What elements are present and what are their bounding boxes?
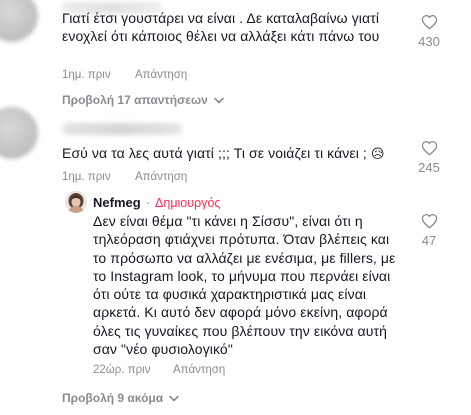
sad-emoji: 😥 [370,146,385,161]
chevron-down-icon [169,395,179,401]
like-count: 430 [418,34,440,49]
heart-icon [421,14,437,30]
reply-button[interactable]: Απάντηση [173,364,225,376]
reply-time: 22ώρ. πριν [93,364,151,376]
creator-avatar-image [65,191,87,213]
separator-dot: · [145,195,151,210]
view-replies-label: Προβολή 17 απαντήσεων [62,93,208,107]
like-count: 245 [418,160,440,175]
view-replies-button[interactable]: Προβολή 17 απαντήσεων [62,93,224,107]
like-button[interactable]: 245 [409,140,449,175]
like-button[interactable]: 47 [409,213,449,248]
comment-meta: 1ημ. πριν Απάντηση [62,171,262,185]
comment-body: Εσύ να τα λες αυτά γιατί ;;; Τι σε νοιάζ… [62,145,367,161]
avatar[interactable] [0,107,38,159]
avatar[interactable] [0,0,38,42]
comment-text: Εσύ να τα λες αυτά γιατί ;;; Τι σε νοιάζ… [62,145,412,163]
view-more-label: Προβολή 9 ακόμα [62,391,164,405]
comment-meta: 1ημ. πριν Απάντηση [62,69,262,83]
reply-button[interactable]: Απάντηση [135,69,187,81]
like-count: 47 [421,233,437,248]
creator-reply-meta: 22ώρ. πριν Απάντηση [93,364,293,378]
comment-time: 1ημ. πριν [62,171,111,183]
chevron-down-icon [213,97,224,103]
reply-button[interactable]: Απάντηση [135,171,187,183]
creator-reply-header: Nefmeg · Δημιουργός [93,195,220,210]
creator-reply-text: Δεν είναι θέμα "τι κάνει η Σίσσυ", είναι… [93,213,396,358]
creator-avatar[interactable] [65,191,87,213]
username-blurred[interactable] [62,123,182,135]
comment-text: Γιατί έτσι γουστάρει να είναι . Δε καταλ… [62,10,380,44]
view-more-button[interactable]: Προβολή 9 ακόμα [62,391,179,405]
comment-time: 1ημ. πριν [62,69,111,81]
creator-name[interactable]: Nefmeg [93,195,141,210]
heart-icon [421,140,437,156]
creator-badge: Δημιουργός [155,195,221,210]
heart-icon [421,213,437,229]
like-button[interactable]: 430 [409,14,449,49]
